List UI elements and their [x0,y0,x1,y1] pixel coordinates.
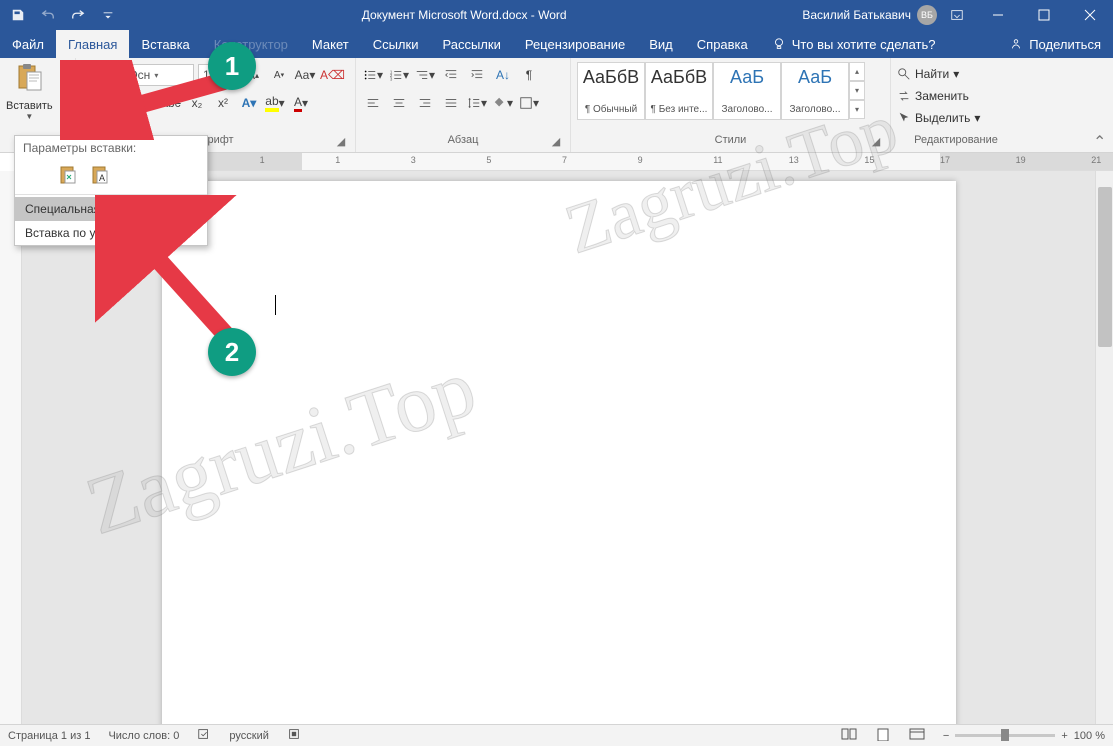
multilevel-icon[interactable]: ▾ [414,64,436,86]
ribbon-options-icon[interactable] [943,1,971,29]
minimize-icon[interactable] [975,0,1021,30]
style-heading2[interactable]: АаБЗаголово... [781,62,849,120]
page[interactable] [162,181,956,724]
tab-help[interactable]: Справка [685,30,760,58]
share-button[interactable]: Поделиться [997,30,1113,58]
group-label-styles: Стили◢ [577,134,884,152]
paste-keep-source-icon[interactable] [23,162,49,188]
decrease-indent-icon[interactable] [440,64,462,86]
tab-layout[interactable]: Макет [300,30,361,58]
clear-format-icon[interactable]: A⌫ [320,64,345,86]
justify-icon[interactable] [440,92,462,114]
numbering-icon[interactable]: 123▾ [388,64,410,86]
launcher-icon[interactable]: ◢ [550,135,562,147]
sort-icon[interactable]: A↓ [492,64,514,86]
style-no-spacing[interactable]: АаБбВ¶ Без инте... [645,62,713,120]
view-web-icon[interactable] [909,727,925,744]
tab-mailings[interactable]: Рассылки [430,30,512,58]
shading-icon[interactable]: ▾ [492,92,514,114]
line-spacing-icon[interactable]: ▾ [466,92,488,114]
replace-icon [897,89,911,103]
tell-me-search[interactable]: Что вы хотите сделать? [760,30,948,58]
scroll-thumb[interactable] [1098,187,1112,347]
annotation-marker-1: 1 [208,42,256,90]
change-case-button[interactable]: Aa▾ [294,64,316,86]
tab-review[interactable]: Рецензирование [513,30,637,58]
ribbon-tabs: Файл Главная Вставка Конструктор Макет С… [0,30,1113,58]
save-icon[interactable] [4,1,32,29]
style-heading1[interactable]: АаБЗаголово... [713,62,781,120]
align-right-icon[interactable] [414,92,436,114]
share-icon [1009,37,1023,51]
document-title: Документ Microsoft Word.docx - Word [126,8,802,22]
group-styles: АаБбВ¶ Обычный АаБбВ¶ Без инте... АаБЗаг… [571,58,891,152]
paste-merge-icon[interactable] [55,162,81,188]
group-editing: Найти ▾ Заменить Выделить ▾ Редактирован… [891,58,1021,152]
annotation-marker-2: 2 [208,328,256,376]
select-icon [897,111,911,125]
paste-button[interactable]: Вставить [6,100,53,112]
zoom-in-icon[interactable]: + [1061,730,1067,742]
increase-indent-icon[interactable] [466,64,488,86]
replace-button[interactable]: Заменить [897,86,1015,106]
status-page[interactable]: Страница 1 из 1 [8,730,90,742]
view-print-icon[interactable] [875,727,891,744]
tab-file[interactable]: Файл [0,30,56,58]
close-icon[interactable] [1067,0,1113,30]
maximize-icon[interactable] [1021,0,1067,30]
paste-icon[interactable] [11,62,47,98]
view-read-icon[interactable] [841,727,857,744]
vertical-ruler[interactable] [0,171,22,724]
user-avatar[interactable]: ВБ [917,5,937,25]
bullets-icon[interactable]: ▾ [362,64,384,86]
paste-text-only-icon[interactable]: A [87,162,113,188]
paste-dropdown-arrow[interactable]: ▼ [25,112,33,121]
launcher-icon[interactable]: ◢ [870,135,882,147]
status-language[interactable]: русский [229,730,268,742]
status-word-count[interactable]: Число слов: 0 [108,730,179,742]
highlight-icon[interactable]: ab▾ [264,92,286,114]
zoom-slider[interactable] [955,734,1055,737]
quick-access-toolbar [0,1,126,29]
zoom-out-icon[interactable]: − [943,730,949,742]
align-left-icon[interactable] [362,92,384,114]
bulb-icon [772,37,786,51]
user-name[interactable]: Василий Батькавич [802,8,911,22]
align-center-icon[interactable] [388,92,410,114]
shrink-font-icon[interactable]: A▾ [268,64,290,86]
font-color-icon[interactable]: A▾ [290,92,312,114]
collapse-ribbon-icon[interactable]: ⌃ [1093,132,1111,150]
group-label-paragraph: Абзац◢ [362,134,564,152]
search-icon [897,67,911,81]
text-cursor [275,295,276,315]
vertical-scrollbar[interactable] [1095,171,1113,724]
spellcheck-icon[interactable] [197,727,211,744]
pilcrow-icon[interactable]: ¶ [518,64,540,86]
borders-icon[interactable]: ▾ [518,92,540,114]
svg-text:3: 3 [390,76,393,81]
status-bar: Страница 1 из 1 Число слов: 0 русский − … [0,724,1113,746]
tab-view[interactable]: Вид [637,30,685,58]
tab-references[interactable]: Ссылки [361,30,431,58]
qat-customize-icon[interactable] [94,1,122,29]
title-bar: Документ Microsoft Word.docx - Word Васи… [0,0,1113,30]
styles-gallery-scroll[interactable]: ▴▾▾ [849,62,865,134]
launcher-icon[interactable]: ◢ [335,135,347,147]
undo-icon[interactable] [34,1,62,29]
zoom-control[interactable]: − + 100 % [943,730,1105,742]
style-normal[interactable]: АаБбВ¶ Обычный [577,62,645,120]
select-button[interactable]: Выделить ▾ [897,108,1015,128]
redo-icon[interactable] [64,1,92,29]
group-paragraph: ▾ 123▾ ▾ A↓ ¶ ▾ ▾ ▾ Абзац◢ [356,58,571,152]
svg-text:A: A [99,173,105,183]
tab-insert[interactable]: Вставка [129,30,201,58]
zoom-value[interactable]: 100 % [1074,730,1105,742]
tab-home[interactable]: Главная [56,30,129,58]
group-label-editing: Редактирование [897,134,1015,152]
macro-icon[interactable] [287,727,301,744]
find-button[interactable]: Найти ▾ [897,64,1015,84]
